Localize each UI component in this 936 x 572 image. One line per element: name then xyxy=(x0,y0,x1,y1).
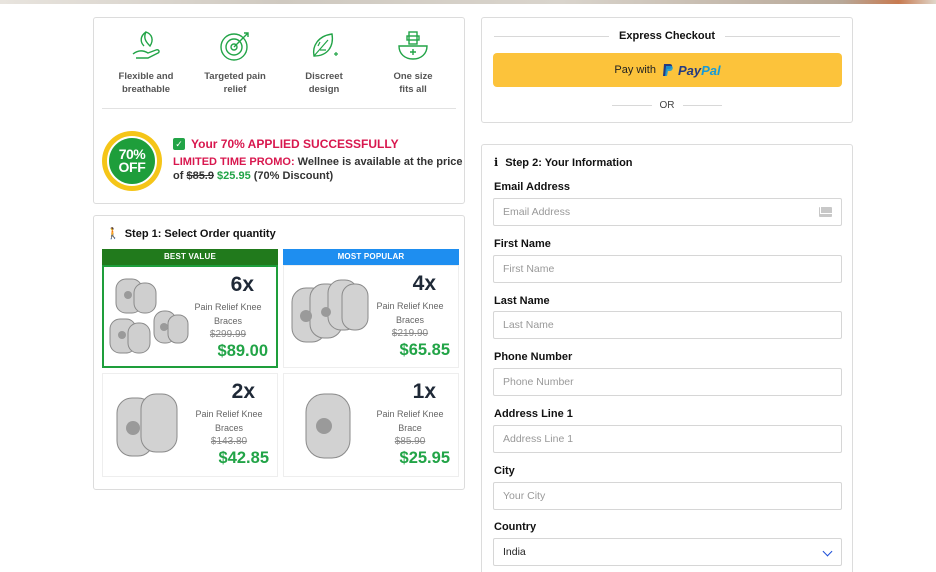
promo-description: LIMITED TIME PROMO: Wellnee is available… xyxy=(173,156,463,182)
package-old-price: $299.99 xyxy=(209,329,247,340)
knee-brace-product-image xyxy=(109,278,189,354)
country-value: India xyxy=(503,546,526,558)
country-select[interactable]: India xyxy=(493,538,842,566)
paypal-logo-icon xyxy=(662,64,673,76)
package-name: Pain Relief Knee Brace xyxy=(376,409,444,433)
package-name: Pain Relief Knee Braces xyxy=(195,409,263,433)
address-label: Address Line 1 xyxy=(494,408,573,420)
first-name-field[interactable]: First Name xyxy=(493,255,842,283)
mail-icon xyxy=(819,207,832,217)
package-name: Pain Relief Knee Braces xyxy=(376,301,444,325)
paypal-button[interactable]: Pay with PayPal xyxy=(493,53,842,87)
first-name-label: First Name xyxy=(494,238,551,250)
package-qty: 4x xyxy=(412,272,436,295)
feature-targeted: Targeted pain relief xyxy=(191,28,279,96)
promo-block: ✓ Your 70% APPLIED SUCCESSFULLY LIMITED … xyxy=(173,137,463,183)
last-name-field[interactable]: Last Name xyxy=(493,311,842,339)
step2-card: i Step 2: Your Information Email Address… xyxy=(481,144,853,572)
country-label: Country xyxy=(494,521,537,533)
hand-leaf-icon xyxy=(132,31,160,59)
last-name-label: Last Name xyxy=(494,295,550,307)
step1-title: 🚶 Step 1: Select Order quantity xyxy=(106,227,276,241)
phone-label: Phone Number xyxy=(494,351,573,363)
package-price: $25.95 xyxy=(399,449,450,467)
target-icon xyxy=(220,32,249,61)
leaf-discreet-icon xyxy=(312,33,338,57)
walking-person-icon: 🚶 xyxy=(106,228,120,240)
package-name: Pain Relief Knee Braces xyxy=(194,302,262,326)
express-checkout-card: Express Checkout Pay with PayPal OR xyxy=(481,17,853,123)
package-qty: 2x xyxy=(231,380,255,403)
best-value-banner: BEST VALUE xyxy=(102,249,278,265)
package-qty: 1x xyxy=(412,380,436,403)
step2-title: i Step 2: Your Information xyxy=(494,156,633,169)
package-price: $89.00 xyxy=(217,342,268,360)
package-price: $65.85 xyxy=(399,341,450,359)
city-label: City xyxy=(494,465,515,477)
chevron-down-icon xyxy=(822,546,833,557)
paypal-prefix: Pay with xyxy=(614,64,656,76)
email-field[interactable]: Email Address xyxy=(493,198,842,226)
divider xyxy=(102,108,456,109)
most-popular-banner: MOST POPULAR xyxy=(283,249,459,265)
top-hero-strip xyxy=(0,0,936,4)
feature-discreet: Discreet design xyxy=(280,28,368,96)
feature-list: Flexible and breathable Targeted pain reli… xyxy=(94,28,464,108)
features-promo-card: Flexible and breathable Targeted pain reli… xyxy=(93,17,465,204)
knee-brace-product-image xyxy=(116,393,178,457)
package-option-2x[interactable]: 2x Pain Relief Knee Braces $143.80 $42.8… xyxy=(102,373,278,477)
paypal-wordmark: PayPal xyxy=(677,62,721,78)
package-old-price: $143.80 xyxy=(210,436,248,447)
package-old-price: $85.90 xyxy=(394,436,426,447)
info-icon: i xyxy=(494,156,499,169)
feature-flexible: Flexible and breathable xyxy=(102,28,190,96)
package-option-4x[interactable]: 4x Pain Relief Knee Braces $219.90 $65.8… xyxy=(283,265,459,368)
discount-badge: 70% OFF xyxy=(102,131,162,191)
knee-brace-product-image xyxy=(305,393,351,459)
express-checkout-title: Express Checkout xyxy=(494,28,841,44)
package-price: $42.85 xyxy=(218,449,269,467)
package-option-6x[interactable]: 6x Pain Relief Knee Braces $299.99 $89.0… xyxy=(102,265,278,368)
city-field[interactable]: Your City xyxy=(493,482,842,510)
promo-applied: ✓ Your 70% APPLIED SUCCESSFULLY xyxy=(173,137,463,151)
phone-field[interactable]: Phone Number xyxy=(493,368,842,396)
feature-one-size: One size fits all xyxy=(369,28,457,96)
package-old-price: $219.90 xyxy=(391,328,429,339)
address-field[interactable]: Address Line 1 xyxy=(493,425,842,453)
email-label: Email Address xyxy=(494,181,571,193)
step1-card: 🚶 Step 1: Select Order quantity BEST VAL… xyxy=(93,215,465,490)
package-option-1x[interactable]: 1x Pain Relief Knee Brace $85.90 $25.95 xyxy=(283,373,459,477)
promo-applied-text: Your 70% APPLIED SUCCESSFULLY xyxy=(191,137,399,151)
knee-brace-product-image xyxy=(291,279,369,343)
package-qty: 6x xyxy=(230,273,254,296)
mortar-cross-icon xyxy=(398,31,428,60)
or-divider: OR xyxy=(612,98,722,112)
checkbox-checked-icon: ✓ xyxy=(173,138,185,150)
badge-off: OFF xyxy=(118,159,146,175)
